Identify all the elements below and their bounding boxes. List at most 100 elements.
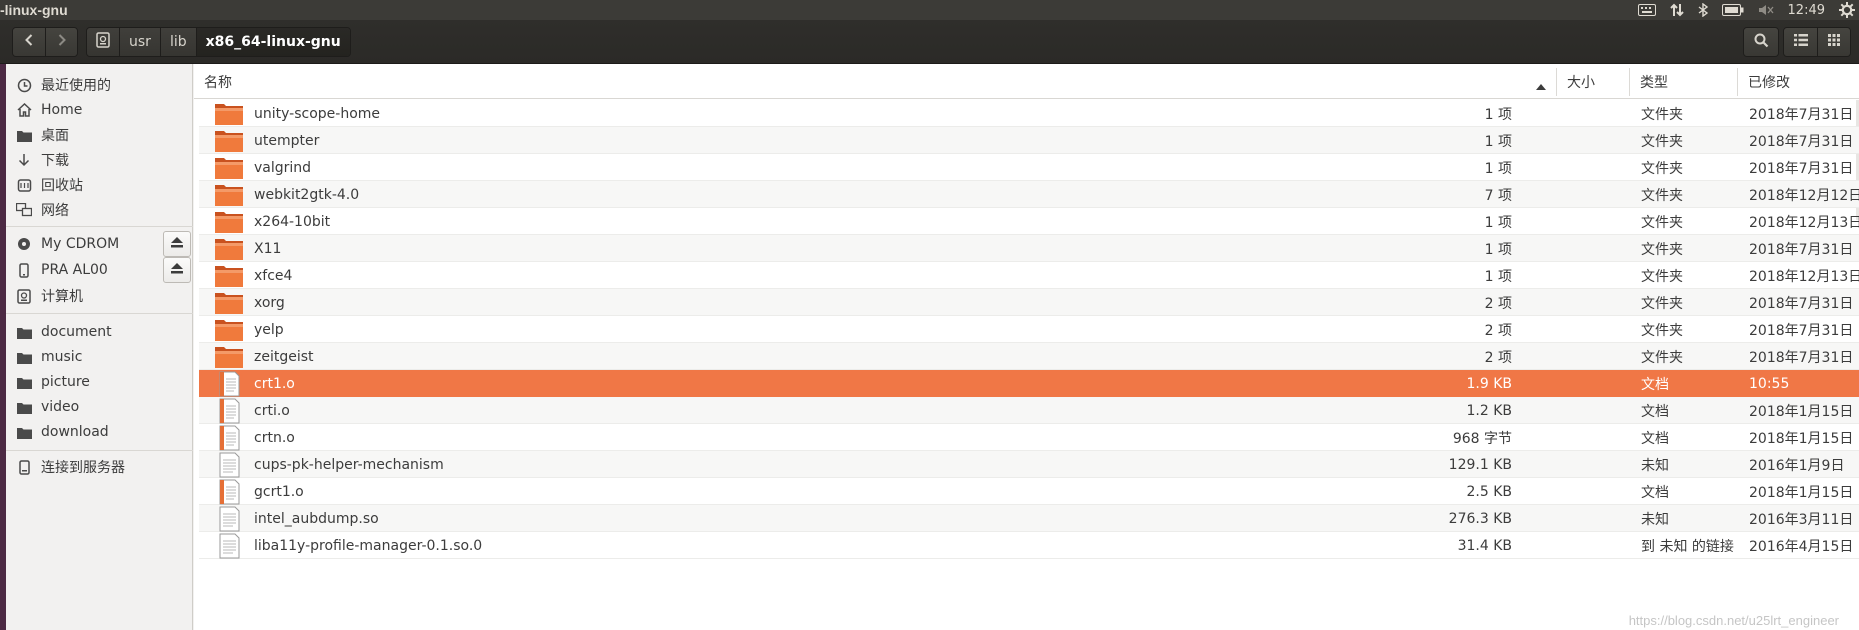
sidebar-item-document[interactable]: document [6, 320, 193, 344]
file-row[interactable]: xfce4 1 项 文件夹 2018年12月13日 [199, 262, 1859, 289]
file-row[interactable]: valgrind 1 项 文件夹 2018年7月31日 [199, 154, 1859, 181]
folder-icon [15, 398, 33, 416]
disc-icon [15, 235, 33, 253]
sidebar-item-connect-server[interactable]: 连接到服务器 [6, 455, 193, 479]
bluetooth-icon[interactable] [1698, 3, 1708, 17]
root-drive-button[interactable] [87, 28, 119, 56]
sidebar-item-cdrom[interactable]: My CDROM [6, 231, 193, 257]
file-size: 7 项 [1484, 187, 1512, 204]
settings-gear-icon[interactable] [1839, 2, 1855, 18]
search-group [1743, 27, 1779, 57]
breadcrumb-usr[interactable]: usr [119, 28, 160, 56]
file-row[interactable]: xorg 2 项 文件夹 2018年7月31日 [199, 289, 1859, 316]
file-type: 文件夹 [1641, 214, 1683, 231]
file-row[interactable]: zeitgeist 2 项 文件夹 2018年7月31日 [199, 343, 1859, 370]
file-row[interactable]: yelp 2 项 文件夹 2018年7月31日 [199, 316, 1859, 343]
file-name: webkit2gtk-4.0 [254, 186, 360, 203]
sidebar-item-desktop[interactable]: 桌面 [6, 123, 193, 147]
breadcrumb-current[interactable]: x86_64-linux-gnu [195, 28, 350, 56]
text-document-icon [214, 398, 244, 424]
file-name: gcrt1.o [254, 483, 304, 500]
sidebar-item-label: 连接到服务器 [41, 460, 125, 476]
file-type: 文件夹 [1641, 349, 1683, 366]
volume-muted-icon[interactable] [1758, 4, 1774, 16]
file-row[interactable]: intel_aubdump.so 276.3 KB 未知 2016年3月11日 [199, 505, 1859, 532]
sidebar-separator [6, 226, 193, 227]
sidebar: 最近使用的 Home 桌面 下载 回收站 网络 My CDROM PRA AL0… [6, 64, 193, 630]
column-name[interactable]: 名称 [194, 64, 1556, 99]
sidebar-item-label: download [41, 424, 109, 440]
file-name: crtn.o [254, 429, 295, 446]
file-modified: 2016年3月11日 [1749, 511, 1854, 528]
sidebar-item-label: 下载 [41, 153, 69, 169]
file-row[interactable]: cups-pk-helper-mechanism 129.1 KB 未知 2016年1… [199, 451, 1859, 478]
sidebar-item-network[interactable]: 网络 [6, 198, 193, 222]
sidebar-item-video[interactable]: video [6, 395, 193, 419]
window-title: -linux-gnu [0, 2, 68, 18]
file-modified: 2018年1月15日 [1749, 403, 1854, 420]
sidebar-item-label: video [41, 399, 80, 415]
file-row[interactable]: liba11y-profile-manager-0.1.so.0 31.4 KB 到… [199, 532, 1859, 559]
sidebar-item-download[interactable]: download [6, 420, 193, 444]
file-name: xorg [254, 294, 285, 311]
file-row[interactable]: crt1.o 1.9 KB 文档 10:55 [199, 370, 1859, 397]
sidebar-item-downloads[interactable]: 下载 [6, 148, 193, 172]
column-modified[interactable]: 已修改 [1738, 64, 1859, 99]
sidebar-item-music[interactable]: music [6, 345, 193, 369]
search-icon [1754, 33, 1769, 52]
folder-icon [214, 344, 244, 370]
eject-phone-button[interactable] [163, 257, 191, 283]
sidebar-item-phone[interactable]: PRA AL00 [6, 257, 193, 283]
download-arrow-icon [15, 151, 33, 169]
file-name: X11 [254, 240, 282, 257]
navigation-buttons [12, 27, 78, 57]
file-type: 文件夹 [1641, 295, 1683, 312]
eject-cdrom-button[interactable] [163, 231, 191, 257]
file-type: 文档 [1641, 376, 1669, 393]
file-modified: 2018年1月15日 [1749, 430, 1854, 447]
phone-icon [15, 261, 33, 279]
eject-icon [171, 236, 183, 252]
breadcrumb-lib[interactable]: lib [159, 28, 196, 56]
file-row[interactable]: utempter 1 项 文件夹 2018年7月31日 [199, 127, 1859, 154]
file-row[interactable]: crti.o 1.2 KB 文档 2018年1月15日 [199, 397, 1859, 424]
sidebar-item-computer[interactable]: 计算机 [6, 284, 193, 308]
file-name: x264-10bit [254, 213, 331, 230]
grid-view-button[interactable] [1817, 28, 1850, 56]
column-type[interactable]: 类型 [1630, 64, 1737, 99]
sidebar-item-recent[interactable]: 最近使用的 [6, 73, 193, 97]
file-row[interactable]: crtn.o 968 字节 文档 2018年1月15日 [199, 424, 1859, 451]
keyboard-icon[interactable] [1637, 4, 1656, 16]
file-row[interactable]: unity-scope-home 1 项 文件夹 2018年7月31日 [199, 100, 1859, 127]
view-toggle-group [1783, 27, 1851, 57]
clock-time[interactable]: 12:49 [1788, 3, 1825, 18]
file-size: 2 项 [1484, 349, 1512, 366]
list-view-button[interactable] [1784, 28, 1817, 56]
file-row[interactable]: webkit2gtk-4.0 7 项 文件夹 2018年12月12日 [199, 181, 1859, 208]
back-button[interactable] [13, 28, 45, 56]
file-row[interactable]: x264-10bit 1 项 文件夹 2018年12月13日 [199, 208, 1859, 235]
file-icon [214, 452, 244, 478]
forward-button[interactable] [45, 28, 77, 56]
folder-icon [15, 348, 33, 366]
file-name: cups-pk-helper-mechanism [254, 456, 444, 473]
battery-icon[interactable] [1721, 4, 1744, 16]
file-size: 1 项 [1484, 241, 1512, 258]
text-document-icon [214, 425, 244, 451]
file-name: liba11y-profile-manager-0.1.so.0 [254, 537, 483, 554]
sidebar-item-home[interactable]: Home [6, 98, 193, 122]
file-row[interactable]: gcrt1.o 2.5 KB 文档 2018年1月15日 [199, 478, 1859, 505]
folder-icon [15, 126, 33, 144]
file-type: 文档 [1641, 430, 1669, 447]
column-size[interactable]: 大小 [1557, 64, 1629, 99]
sidebar-item-label: My CDROM [41, 236, 120, 252]
network-arrows-icon[interactable] [1669, 3, 1684, 17]
top-panel: -linux-gnu 12:49 [0, 0, 1859, 20]
search-button[interactable] [1744, 28, 1778, 56]
file-modified: 2018年12月13日 [1749, 214, 1859, 231]
file-row[interactable]: X11 1 项 文件夹 2018年7月31日 [199, 235, 1859, 262]
sidebar-item-trash[interactable]: 回收站 [6, 173, 193, 197]
sidebar-item-picture[interactable]: picture [6, 370, 193, 394]
file-size: 2 项 [1484, 322, 1512, 339]
computer-icon [15, 287, 33, 305]
